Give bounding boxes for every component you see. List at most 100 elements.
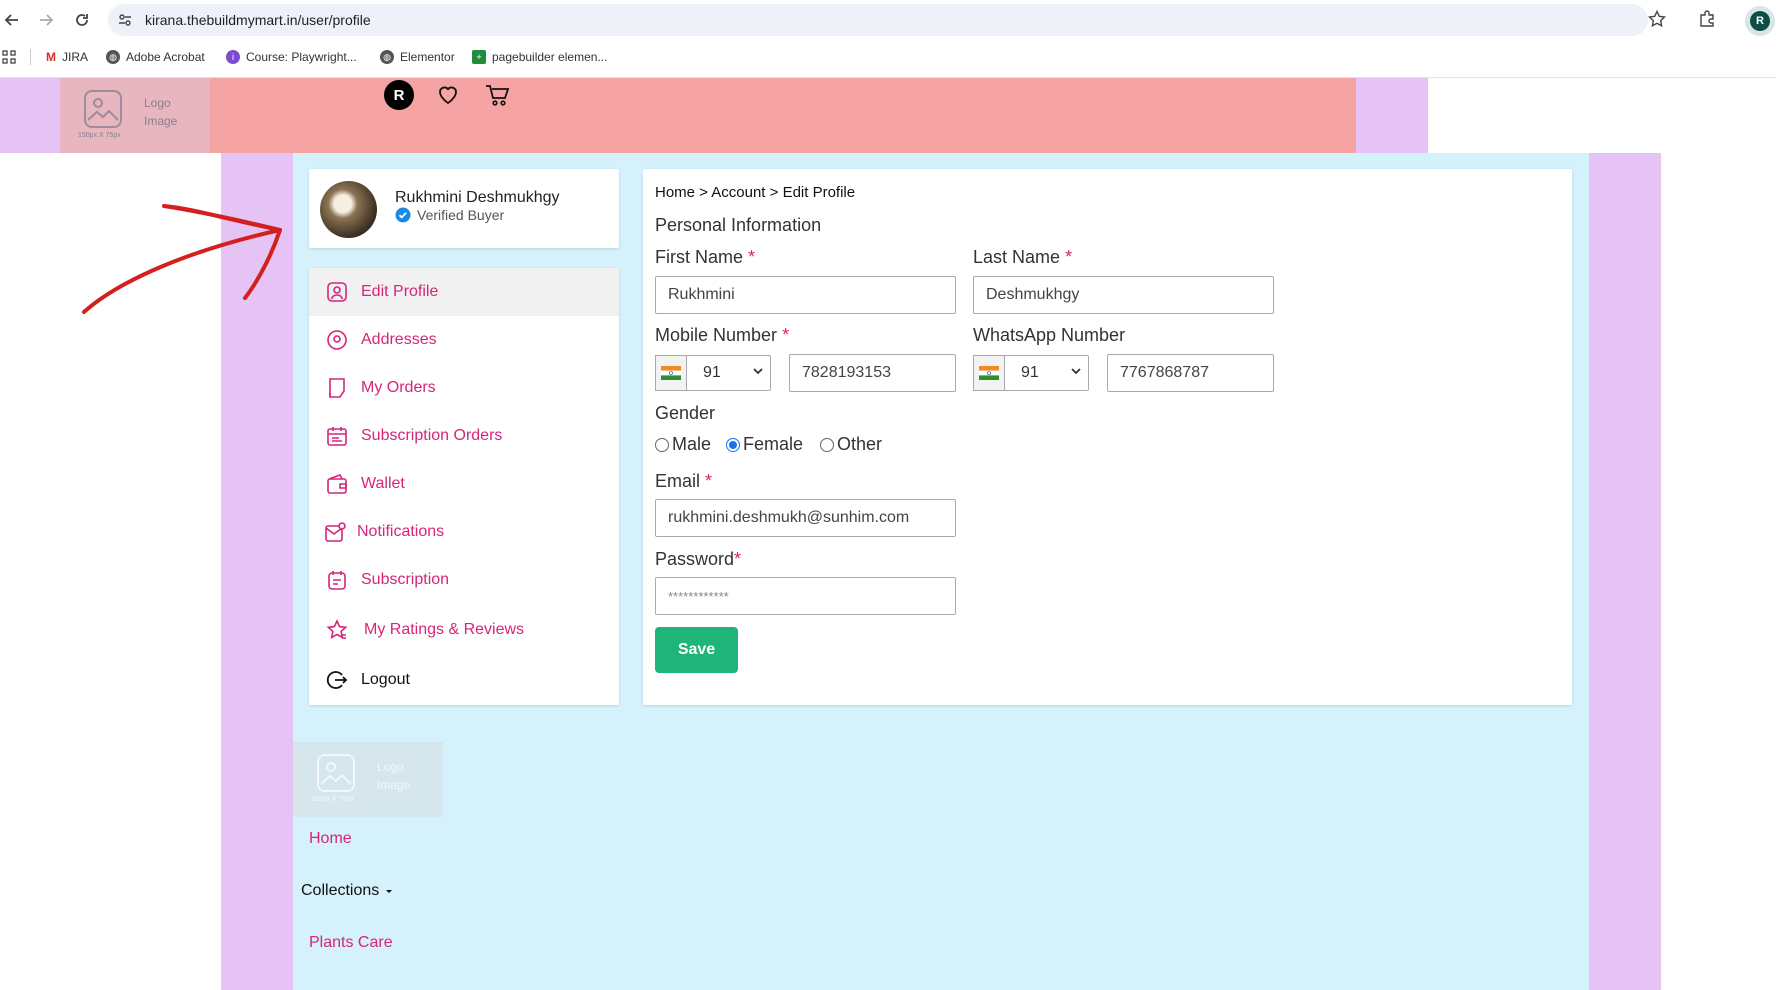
gmail-icon: M [46,50,56,64]
required-mark: * [734,549,742,569]
menu-item-notifications[interactable]: Notifications [309,509,619,555]
menu-item-subscription[interactable]: Subscription [309,557,619,603]
gender-label: Gender [655,403,716,423]
user-avatar-button[interactable]: R [384,80,414,110]
whatsapp-label: WhatsApp Number [973,325,1126,345]
required-mark: * [705,471,713,491]
reload-icon[interactable] [70,8,94,32]
bookmark-pagebuilder[interactable]: + pagebuilder elemen... [472,48,607,66]
email-label-text: Email [655,471,701,491]
bookmarks-divider [30,49,31,65]
mobile-code-value: 91 [703,364,721,381]
forward-icon[interactable] [34,8,58,32]
wishlist-heart-icon[interactable] [436,82,460,111]
bookmark-label: Elementor [400,50,455,64]
verified-badge: Verified Buyer [395,207,504,223]
annotation-arrow [82,204,282,314]
mobile-country-code-select[interactable]: 91 [686,355,771,391]
mobile-number-input[interactable] [789,354,956,392]
first-name-input[interactable] [655,276,956,314]
menu-item-my-orders[interactable]: My Orders [309,365,619,411]
wallet-icon [325,472,349,496]
logo-placeholder-line2: Image [377,778,411,792]
bookmark-label: pagebuilder elemen... [492,50,608,64]
menu-item-ratings-reviews[interactable]: My Ratings & Reviews [309,607,619,653]
browser-chrome: kirana.thebuildmymart.in/user/profile R … [0,0,1776,78]
menu-item-logout[interactable]: Logout [309,657,619,703]
header-bar: R [210,78,1356,153]
gender-female-label: Female [743,434,804,454]
bookmark-jira[interactable]: M JIRA [46,48,88,66]
logo-placeholder-size: 150px X 75px [78,132,121,139]
email-input[interactable] [655,499,956,537]
chevron-down-icon [752,364,764,382]
menu-label: Subscription [361,571,450,588]
browser-profile-avatar[interactable]: R [1745,6,1775,36]
menu-item-wallet[interactable]: Wallet [309,461,619,507]
footer-link-plants-care[interactable]: Plants Care [309,934,393,952]
required-mark: * [748,247,756,267]
menu-label: Logout [361,671,410,688]
subscription-icon [325,568,349,592]
footer-logo[interactable]: Logo Image 150px X 75px [293,742,443,817]
bookmark-label: Adobe Acrobat [126,50,205,64]
gender-female-radio[interactable] [726,438,740,452]
header-logo[interactable]: Logo Image 150px X 75px [60,78,210,153]
globe-icon: ◍ [106,50,120,64]
menu-item-subscription-orders[interactable]: Subscription Orders [309,413,619,459]
logout-icon [325,668,349,692]
bookmark-star-icon[interactable] [1647,9,1667,33]
logo-placeholder-size: 150px X 75px [311,796,354,803]
menu-item-addresses[interactable]: Addresses [309,317,619,363]
whatsapp-number-input[interactable] [1107,354,1274,392]
gender-male-radio[interactable] [655,438,669,452]
last-name-label-text: Last Name [973,247,1061,267]
bookmark-adobe-acrobat[interactable]: ◍ Adobe Acrobat [106,48,205,66]
url-text: kirana.thebuildmymart.in/user/profile [145,12,371,28]
bookmark-label: JIRA [62,50,89,64]
orders-icon [325,376,349,400]
site-settings-icon[interactable] [117,12,133,33]
mobile-label-text: Mobile Number [655,325,778,345]
extensions-icon[interactable] [1698,10,1716,33]
bookmark-course-playwright[interactable]: i Course: Playwright... [226,48,357,66]
user-icon [325,280,349,304]
image-placeholder-icon [84,90,122,128]
whatsapp-country-code-select[interactable]: 91 [1004,355,1089,391]
email-label: Email * [655,471,712,492]
password-input[interactable]: ************ [655,577,956,615]
gender-other-label: Other [837,434,883,454]
bookmark-elementor[interactable]: ◍ Elementor [380,48,455,66]
logo-placeholder-line2: Image [144,114,178,128]
last-name-input[interactable] [973,276,1274,314]
cart-icon[interactable] [484,82,510,113]
calendar-icon [325,424,349,448]
profile-card: Rukhmini Deshmukhgy Verified Buyer [309,169,619,248]
course-icon: i [226,50,240,64]
profile-avatar [320,181,377,238]
required-mark: * [782,325,790,345]
menu-item-edit-profile[interactable]: Edit Profile [309,269,619,315]
section-title: Personal Information [655,215,822,235]
menu-label: Addresses [361,331,437,348]
whatsapp-code-value: 91 [1021,364,1039,381]
browser-profile-initial: R [1750,11,1770,31]
footer-link-home[interactable]: Home [309,830,352,848]
menu-label: My Orders [361,379,436,396]
last-name-label: Last Name * [973,247,1072,268]
gender-other-radio[interactable] [820,438,834,452]
menu-label: Wallet [361,475,405,492]
sheets-icon: + [472,50,486,64]
footer-collections-dropdown[interactable]: Collections [301,882,393,900]
apps-grid-icon[interactable] [2,50,16,69]
back-icon[interactable] [0,8,24,32]
star-icon [325,618,349,642]
collections-label: Collections [301,882,380,899]
first-name-label: First Name * [655,247,755,268]
first-name-label-text: First Name [655,247,744,267]
save-button[interactable]: Save [655,627,738,673]
notification-icon [323,520,347,544]
india-flag-icon [973,355,1005,391]
caret-down-icon [385,882,393,900]
password-label-text: Password [655,549,735,569]
